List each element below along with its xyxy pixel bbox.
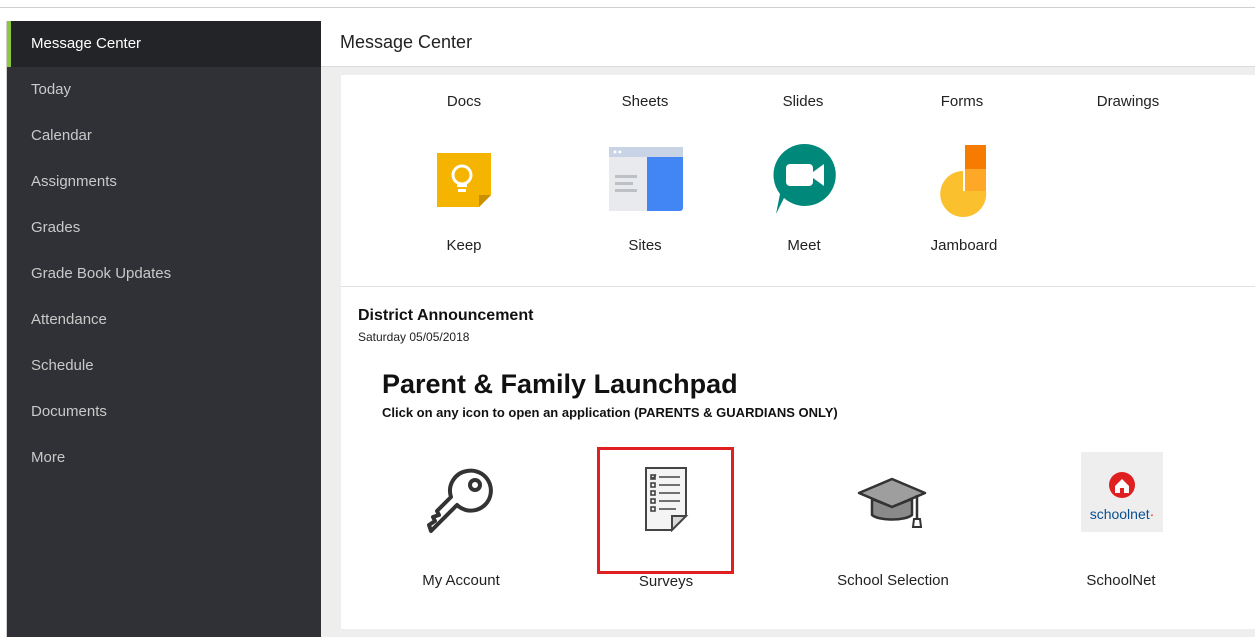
sidebar-item-grades[interactable]: Grades — [7, 205, 321, 251]
surveys-link[interactable]: Surveys — [586, 573, 746, 590]
schoolnet-link[interactable]: SchoolNet — [1041, 572, 1201, 589]
sidebar-item-assignments[interactable]: Assignments — [7, 159, 321, 205]
meet-label[interactable]: Meet — [744, 237, 864, 254]
drawings-link[interactable]: Drawings — [1068, 93, 1188, 110]
jamboard-label[interactable]: Jamboard — [904, 237, 1024, 254]
announcement-card: Docs Sheets Slides Forms Drawings Keep S… — [341, 75, 1255, 629]
meet-icon[interactable] — [772, 142, 838, 221]
sidebar-item-calendar[interactable]: Calendar — [7, 113, 321, 159]
announcement-date: Saturday 05/05/2018 — [358, 330, 470, 344]
left-edge — [0, 21, 7, 637]
sites-label[interactable]: Sites — [585, 237, 705, 254]
school-selection-link[interactable]: School Selection — [813, 572, 973, 589]
slides-link[interactable]: Slides — [743, 93, 863, 110]
sidebar-item-today[interactable]: Today — [7, 67, 321, 113]
section-divider — [341, 286, 1255, 287]
sidebar-nav: Message Center Today Calendar Assignment… — [7, 21, 321, 637]
sidebar-item-message-center[interactable]: Message Center — [7, 21, 321, 67]
sidebar-item-grade-book-updates[interactable]: Grade Book Updates — [7, 251, 321, 297]
sidebar-item-more[interactable]: More — [7, 435, 321, 481]
top-edge — [0, 0, 1255, 8]
jamboard-icon[interactable] — [939, 145, 991, 222]
launchpad-title: Parent & Family Launchpad — [382, 369, 738, 399]
surveys-highlight-box — [597, 447, 734, 574]
schoolnet-logo-text: schoolnet· — [1089, 506, 1155, 522]
my-account-link[interactable]: My Account — [381, 572, 541, 589]
forms-link[interactable]: Forms — [902, 93, 1022, 110]
keep-icon[interactable] — [433, 149, 495, 216]
sidebar-item-schedule[interactable]: Schedule — [7, 343, 321, 389]
main-header: Message Center — [321, 21, 1255, 67]
sidebar-item-attendance[interactable]: Attendance — [7, 297, 321, 343]
main-area: Message Center Docs Sheets Slides Forms … — [321, 21, 1255, 637]
graduation-cap-icon[interactable] — [857, 473, 927, 538]
announcement-title: District Announcement — [358, 307, 534, 324]
sidebar-item-documents[interactable]: Documents — [7, 389, 321, 435]
launchpad-subtitle: Click on any icon to open an application… — [382, 405, 838, 420]
docs-link[interactable]: Docs — [404, 93, 524, 110]
keep-label[interactable]: Keep — [404, 237, 524, 254]
page-title: Message Center — [340, 32, 473, 52]
schoolnet-logo[interactable]: schoolnet· — [1081, 452, 1163, 532]
key-icon[interactable] — [427, 465, 497, 540]
sites-icon[interactable] — [609, 145, 683, 218]
sheets-link[interactable]: Sheets — [585, 93, 705, 110]
